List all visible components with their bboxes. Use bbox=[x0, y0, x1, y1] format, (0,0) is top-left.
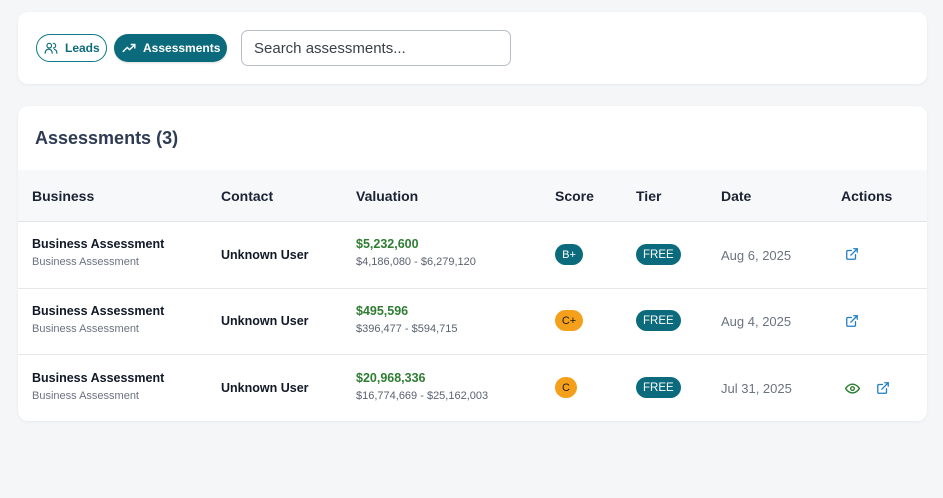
users-icon bbox=[43, 40, 59, 56]
header-valuation: Valuation bbox=[356, 188, 419, 204]
table-row: Business Assessment Business Assessment … bbox=[18, 288, 927, 355]
external-link-icon[interactable] bbox=[874, 379, 892, 397]
eye-icon[interactable] bbox=[843, 379, 861, 397]
score-badge: B+ bbox=[555, 244, 583, 265]
assessment-date: Aug 6, 2025 bbox=[721, 248, 792, 263]
header-actions: Actions bbox=[841, 188, 893, 204]
valuation-amount: $20,968,336 bbox=[356, 371, 426, 385]
card-title: Assessments (3) bbox=[35, 128, 179, 148]
tier-badge: FREE bbox=[636, 310, 681, 331]
header-business: Business bbox=[32, 188, 95, 204]
tier-badge: FREE bbox=[636, 244, 681, 265]
assessments-card: Assessments (3) Business Contact Valuati… bbox=[18, 106, 927, 421]
header-date: Date bbox=[721, 188, 752, 204]
table-row: Business Assessment Business Assessment … bbox=[18, 222, 927, 289]
trending-up-icon bbox=[121, 40, 137, 56]
valuation-amount: $495,596 bbox=[356, 304, 409, 318]
valuation-amount: $5,232,600 bbox=[356, 237, 419, 251]
valuation-range: $4,186,080 - $6,279,120 bbox=[356, 256, 476, 268]
business-subtitle: Business Assessment bbox=[32, 256, 139, 268]
external-link-icon[interactable] bbox=[843, 245, 861, 263]
contact-name: Unknown User bbox=[221, 314, 309, 328]
score-badge: C+ bbox=[555, 310, 583, 331]
toolbar: Leads Assessments bbox=[18, 12, 927, 84]
table-header: Business Contact Valuation Score Tier Da… bbox=[18, 170, 927, 222]
leads-tab-label: Leads bbox=[65, 41, 100, 55]
score-badge: C bbox=[555, 377, 577, 398]
valuation-range: $396,477 - $594,715 bbox=[356, 323, 458, 335]
business-name: Business Assessment bbox=[32, 304, 165, 318]
leads-tab-button[interactable]: Leads bbox=[36, 34, 107, 62]
tier-badge: FREE bbox=[636, 377, 681, 398]
header-contact: Contact bbox=[221, 188, 274, 204]
business-name: Business Assessment bbox=[32, 371, 165, 385]
table-row: Business Assessment Business Assessment … bbox=[18, 355, 927, 421]
external-link-icon[interactable] bbox=[843, 312, 861, 330]
business-subtitle: Business Assessment bbox=[32, 323, 139, 335]
business-subtitle: Business Assessment bbox=[32, 390, 139, 402]
contact-name: Unknown User bbox=[221, 248, 309, 262]
header-tier: Tier bbox=[636, 188, 662, 204]
contact-name: Unknown User bbox=[221, 381, 309, 395]
assessments-tab-label: Assessments bbox=[143, 41, 221, 55]
assessments-tab-button[interactable]: Assessments bbox=[114, 34, 227, 62]
assessment-date: Aug 4, 2025 bbox=[721, 314, 792, 329]
valuation-range: $16,774,669 - $25,162,003 bbox=[356, 390, 489, 402]
assessment-date: Jul 31, 2025 bbox=[721, 381, 792, 396]
search-input[interactable] bbox=[241, 30, 511, 66]
header-score: Score bbox=[555, 188, 594, 204]
business-name: Business Assessment bbox=[32, 237, 165, 251]
